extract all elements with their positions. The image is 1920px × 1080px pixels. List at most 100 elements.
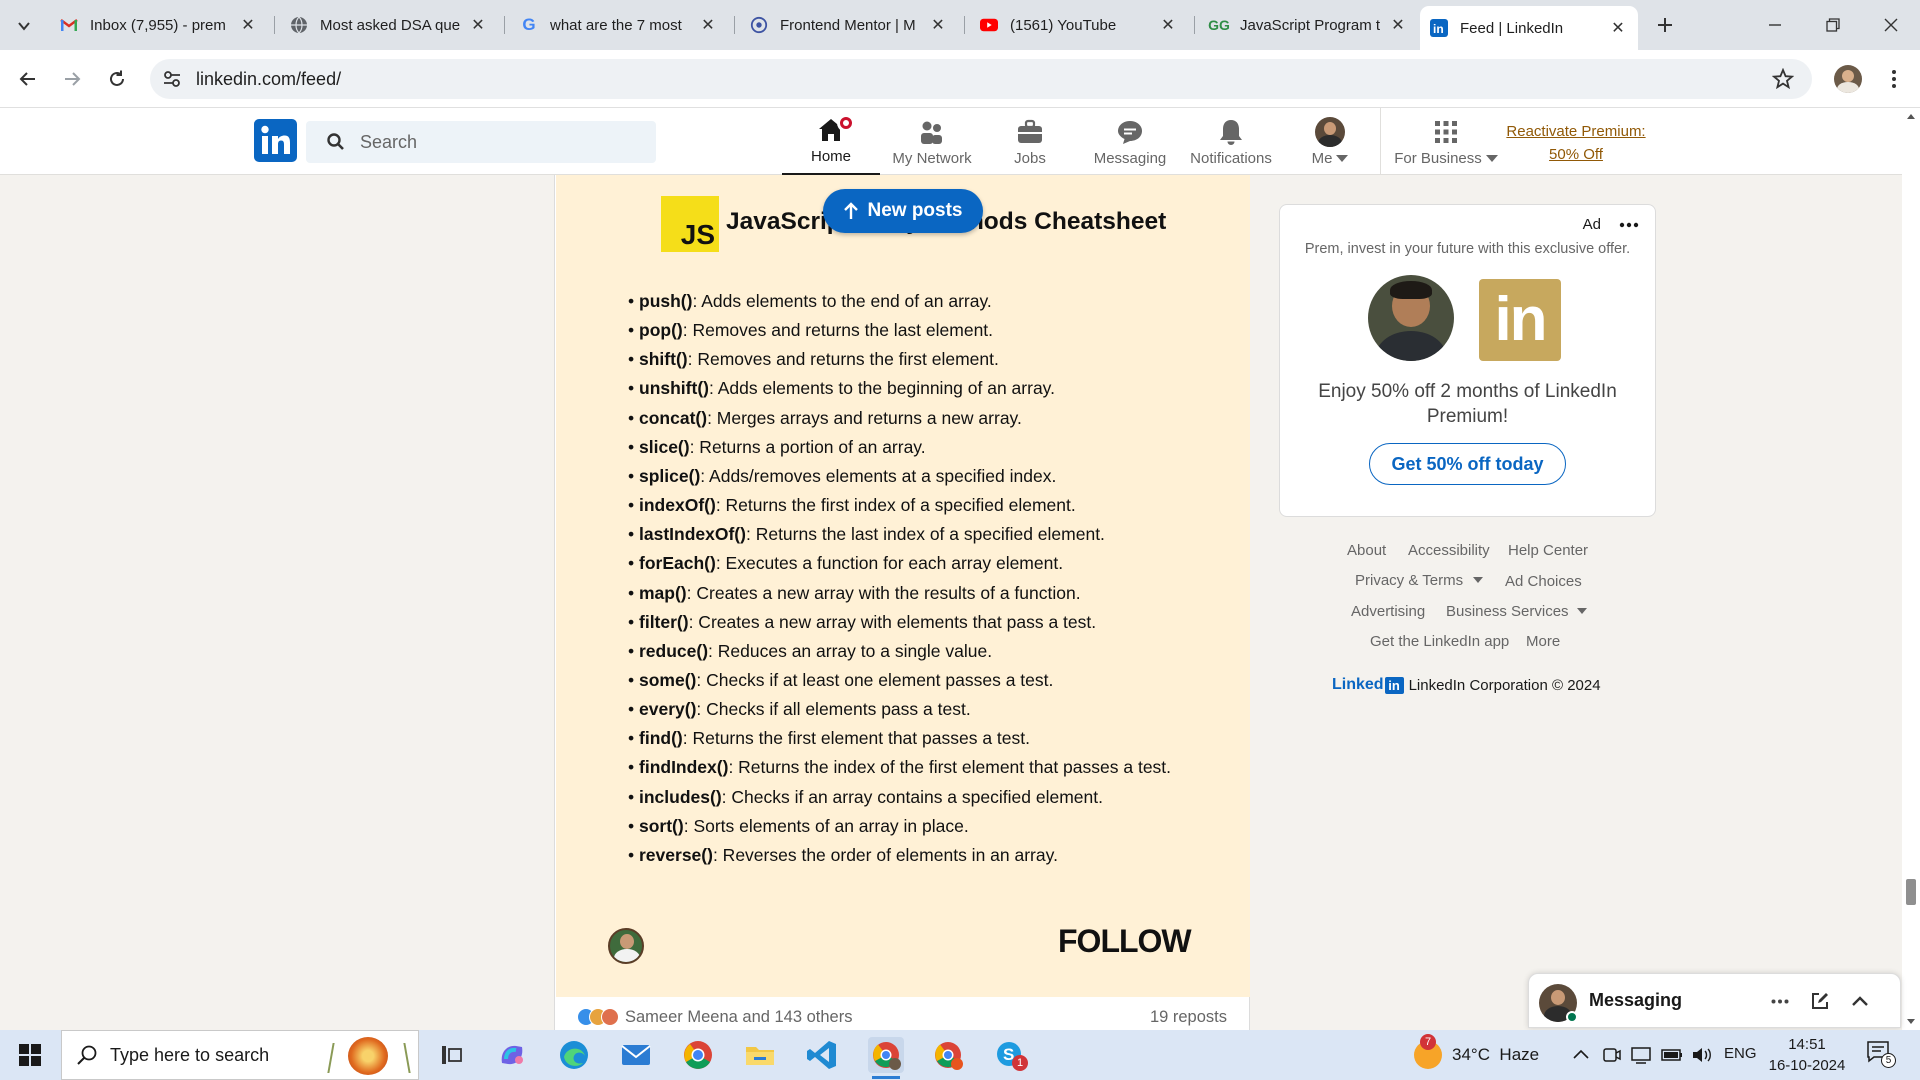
back-button[interactable] bbox=[12, 63, 44, 95]
author-avatar[interactable] bbox=[608, 928, 644, 964]
address-bar[interactable]: linkedin.com/feed/ bbox=[150, 59, 1812, 99]
caret-down-icon bbox=[1473, 577, 1484, 583]
tab-youtube[interactable]: (1561) YouTube ✕ bbox=[970, 7, 1188, 43]
close-window-button[interactable] bbox=[1876, 10, 1906, 40]
tab-linkedin-active[interactable]: in Feed | LinkedIn ✕ bbox=[1420, 6, 1638, 50]
method-description: : Returns the index of the first element… bbox=[728, 757, 1172, 778]
page-scrollbar[interactable] bbox=[1902, 108, 1920, 1030]
scrollbar-thumb[interactable] bbox=[1906, 879, 1916, 905]
action-center-button[interactable]: 5 bbox=[1866, 1040, 1906, 1070]
footer-help-center[interactable]: Help Center bbox=[1508, 542, 1588, 559]
close-icon[interactable]: ✕ bbox=[698, 15, 718, 35]
linkedin-logo[interactable] bbox=[254, 119, 297, 162]
caret-down-icon bbox=[1576, 608, 1587, 614]
globe-icon bbox=[290, 16, 308, 34]
tab-divider bbox=[734, 16, 735, 34]
compose-message-button[interactable] bbox=[1807, 988, 1833, 1014]
tab-divider bbox=[274, 16, 275, 34]
tab-search-button[interactable] bbox=[10, 12, 38, 40]
restore-button[interactable] bbox=[1818, 10, 1848, 40]
close-icon[interactable]: ✕ bbox=[1158, 15, 1178, 35]
ad-options-button[interactable] bbox=[1615, 213, 1643, 237]
bullet: • bbox=[628, 349, 639, 370]
post-image-cheatsheet[interactable]: JS JavaScript Array Methods Cheatsheet •… bbox=[556, 175, 1250, 997]
file-explorer-icon[interactable] bbox=[742, 1037, 778, 1073]
nav-messaging[interactable]: Messaging bbox=[1090, 108, 1170, 175]
skype-icon[interactable]: S 1 bbox=[992, 1037, 1028, 1073]
reactivate-premium-link[interactable]: Reactivate Premium: 50% Off bbox=[1500, 120, 1652, 166]
footer-more[interactable]: More bbox=[1526, 633, 1560, 650]
reposts-count[interactable]: 19 reposts bbox=[1150, 1008, 1227, 1027]
weather-widget[interactable]: 7 34°C Haze bbox=[1414, 1030, 1564, 1080]
ad-cta-button[interactable]: Get 50% off today bbox=[1369, 443, 1566, 485]
tab-gmail[interactable]: Inbox (7,955) - prem ✕ bbox=[50, 7, 268, 43]
method-name: includes() bbox=[639, 786, 722, 807]
chrome-profile-active-icon[interactable] bbox=[868, 1037, 904, 1079]
task-view-icon[interactable] bbox=[432, 1037, 468, 1073]
footer-accessibility[interactable]: Accessibility bbox=[1408, 542, 1490, 559]
method-name: pop() bbox=[639, 320, 683, 341]
show-hidden-icons[interactable] bbox=[1570, 1044, 1592, 1066]
taskbar-search[interactable]: Type here to search bbox=[61, 1030, 419, 1080]
scroll-down-icon[interactable] bbox=[1902, 1014, 1920, 1028]
clock[interactable]: 14:51 16-10-2024 bbox=[1762, 1034, 1852, 1076]
search-input[interactable]: Search bbox=[306, 121, 656, 163]
mail-icon[interactable] bbox=[618, 1037, 654, 1073]
edge-icon[interactable] bbox=[556, 1037, 592, 1073]
bookmark-star-icon[interactable] bbox=[1771, 67, 1795, 95]
nav-home[interactable]: Home bbox=[782, 108, 880, 175]
messaging-options-button[interactable] bbox=[1767, 990, 1793, 1012]
expand-messaging-button[interactable] bbox=[1847, 988, 1873, 1014]
vscode-icon[interactable] bbox=[804, 1037, 840, 1073]
footer-get-app[interactable]: Get the LinkedIn app bbox=[1370, 633, 1509, 650]
reload-button[interactable] bbox=[101, 63, 133, 95]
close-icon[interactable]: ✕ bbox=[928, 15, 948, 35]
method-description: : Reverses the order of elements in an a… bbox=[712, 844, 1058, 865]
tab-frontend-mentor[interactable]: Frontend Mentor | M ✕ bbox=[740, 7, 958, 43]
close-icon[interactable]: ✕ bbox=[238, 15, 258, 35]
chrome-icon[interactable] bbox=[680, 1037, 716, 1073]
ad-linkedin-logo: in bbox=[1479, 279, 1561, 361]
copilot-icon[interactable] bbox=[494, 1037, 530, 1073]
volume-icon[interactable] bbox=[1690, 1044, 1714, 1066]
site-settings-icon[interactable] bbox=[162, 70, 184, 88]
minimize-button[interactable] bbox=[1760, 10, 1790, 40]
nav-notifications[interactable]: Notifications bbox=[1186, 108, 1276, 175]
nav-me[interactable]: Me bbox=[1298, 108, 1362, 175]
footer-about[interactable]: About bbox=[1347, 542, 1386, 559]
footer-business-services[interactable]: Business Services bbox=[1446, 603, 1587, 620]
start-button[interactable] bbox=[0, 1030, 60, 1080]
reactions-count[interactable]: Sameer Meena and 143 others bbox=[625, 1008, 852, 1027]
profile-avatar[interactable] bbox=[1834, 65, 1862, 93]
meet-now-icon[interactable] bbox=[1600, 1044, 1622, 1066]
footer-privacy-terms[interactable]: Privacy & Terms bbox=[1355, 572, 1484, 589]
input-language[interactable]: ENG bbox=[1724, 1045, 1757, 1062]
tab-title: Inbox (7,955) - prem bbox=[90, 16, 226, 34]
new-posts-pill[interactable]: New posts bbox=[823, 189, 983, 233]
forward-button[interactable] bbox=[56, 63, 88, 95]
browser-menu-button[interactable] bbox=[1880, 65, 1908, 93]
messaging-overlay[interactable]: Messaging bbox=[1528, 973, 1901, 1028]
chrome-profile-p-icon[interactable] bbox=[930, 1037, 966, 1073]
footer-advertising[interactable]: Advertising bbox=[1351, 603, 1425, 620]
tab-google[interactable]: G what are the 7 most ✕ bbox=[510, 7, 728, 43]
nav-for-business[interactable]: For Business bbox=[1392, 108, 1500, 175]
tab-dsa[interactable]: Most asked DSA que ✕ bbox=[280, 7, 498, 43]
method-name: concat() bbox=[639, 407, 708, 428]
footer-ad-choices[interactable]: Ad Choices bbox=[1505, 573, 1582, 590]
close-icon[interactable]: ✕ bbox=[468, 15, 488, 35]
display-icon[interactable] bbox=[1630, 1044, 1652, 1066]
bullet: • bbox=[628, 844, 639, 865]
tab-gfg[interactable]: GG JavaScript Program t ✕ bbox=[1200, 7, 1418, 43]
method-row: • some(): Checks if at least one element… bbox=[628, 670, 1053, 691]
nav-my-network[interactable]: My Network bbox=[882, 108, 982, 175]
method-name: slice() bbox=[639, 436, 690, 457]
method-row: • unshift(): Adds elements to the beginn… bbox=[628, 378, 1055, 399]
nav-jobs[interactable]: Jobs bbox=[1000, 108, 1060, 175]
close-icon[interactable]: ✕ bbox=[1608, 18, 1628, 38]
close-icon[interactable]: ✕ bbox=[1388, 15, 1408, 35]
nav-messaging-label: Messaging bbox=[1093, 150, 1167, 167]
new-tab-button[interactable] bbox=[1650, 10, 1680, 40]
scroll-up-icon[interactable] bbox=[1902, 110, 1920, 124]
battery-icon[interactable] bbox=[1660, 1044, 1684, 1066]
